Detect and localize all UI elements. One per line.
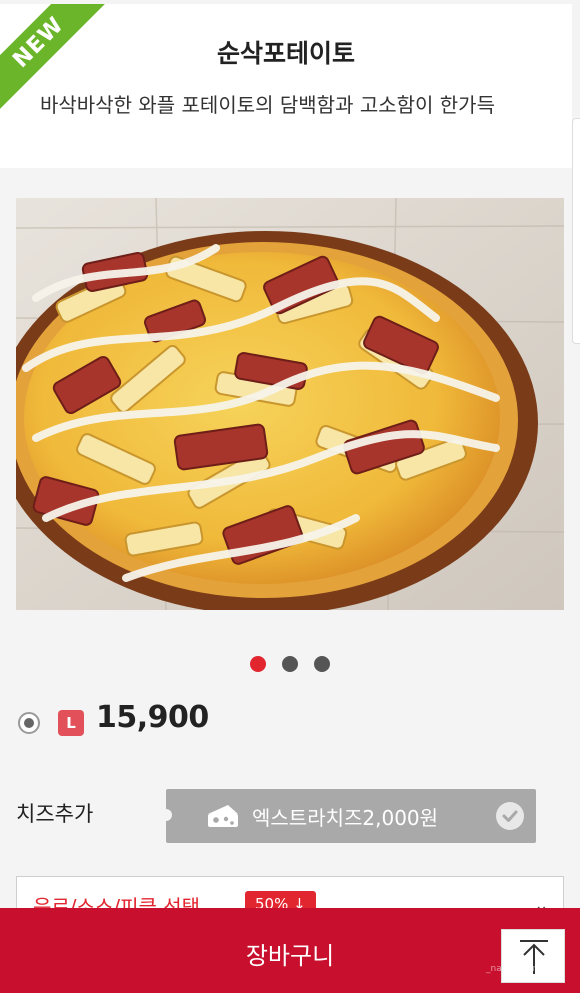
cheese-icon xyxy=(206,802,240,830)
extra-cheese-option[interactable]: 엑스트라치즈2,000원 xyxy=(160,789,536,843)
size-price-option[interactable]: L 15,900 xyxy=(16,700,416,740)
scroll-to-top-button[interactable] xyxy=(501,929,565,983)
price: 15,900 xyxy=(96,700,209,735)
extra-cheese-label: 엑스트라치즈2,000원 xyxy=(252,806,439,830)
new-badge-label: NEW xyxy=(0,4,110,114)
new-ribbon: NEW xyxy=(0,4,110,114)
carousel-dot-3[interactable] xyxy=(314,656,330,672)
scrollbar[interactable] xyxy=(572,118,580,344)
arrow-up-icon xyxy=(520,940,548,974)
check-icon[interactable] xyxy=(496,802,524,830)
product-image[interactable] xyxy=(16,198,564,610)
watermark: _nastyrealm xyxy=(486,964,542,974)
carousel-dot-2[interactable] xyxy=(282,656,298,672)
carousel-indicators xyxy=(0,656,580,672)
option-notch xyxy=(160,809,172,821)
carousel-dot-1[interactable] xyxy=(250,656,266,672)
size-radio-button[interactable] xyxy=(18,712,40,734)
cheese-add-label: 치즈추가 xyxy=(16,802,94,826)
product-header: NEW 순삭포테이토 바삭바삭한 와플 포테이토의 담백함과 고소함이 한가득 xyxy=(0,4,572,168)
size-badge: L xyxy=(58,710,84,736)
product-description: 바삭바삭한 와플 포테이토의 담백함과 고소함이 한가득 xyxy=(40,93,495,117)
cart-button[interactable]: 장바구니 xyxy=(0,908,580,993)
